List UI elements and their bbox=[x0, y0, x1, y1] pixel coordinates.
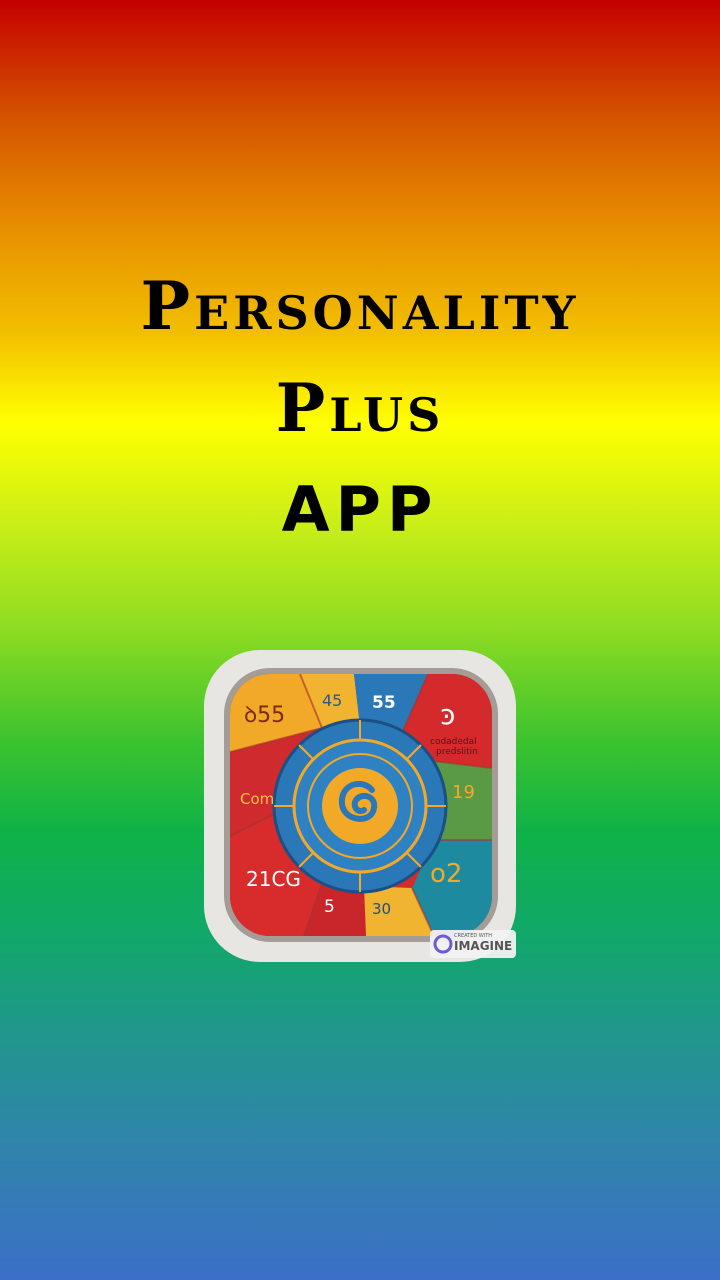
watermark-text: IMAGINE bbox=[454, 939, 512, 953]
app-title: Personality Plus APP bbox=[0, 255, 720, 561]
title-line-3: APP bbox=[281, 473, 439, 546]
icon-label-top-left: ꝺ55 bbox=[244, 703, 285, 728]
icon-label-mid-left: Com bbox=[240, 790, 274, 808]
icon-label-top-right: 55 bbox=[372, 693, 396, 713]
icon-label-right-small: codadedal bbox=[430, 737, 477, 747]
icon-label-bottom-left: 21CG bbox=[246, 867, 301, 891]
icon-label-top-mid: 45 bbox=[322, 691, 342, 710]
title-line-2: Plus bbox=[275, 369, 445, 447]
icon-label-right-small-2: predslitin bbox=[436, 747, 478, 757]
icon-label-bottom-mid-left: 5 bbox=[324, 897, 335, 917]
imagine-watermark: CREATED WITH IMAGINE bbox=[430, 930, 516, 958]
icon-label-corner-right: ꜿ bbox=[440, 698, 455, 731]
icon-label-bottom-mid-right: 30 bbox=[372, 900, 391, 918]
icon-label-bottom-right: o2 bbox=[430, 859, 462, 889]
app-logo-icon: ꝺ55 45 55 ꜿ codadedal predslitin Com 19 … bbox=[204, 650, 516, 962]
title-line-1: Personality bbox=[140, 267, 580, 345]
icon-label-mid-right: 19 bbox=[452, 782, 475, 803]
